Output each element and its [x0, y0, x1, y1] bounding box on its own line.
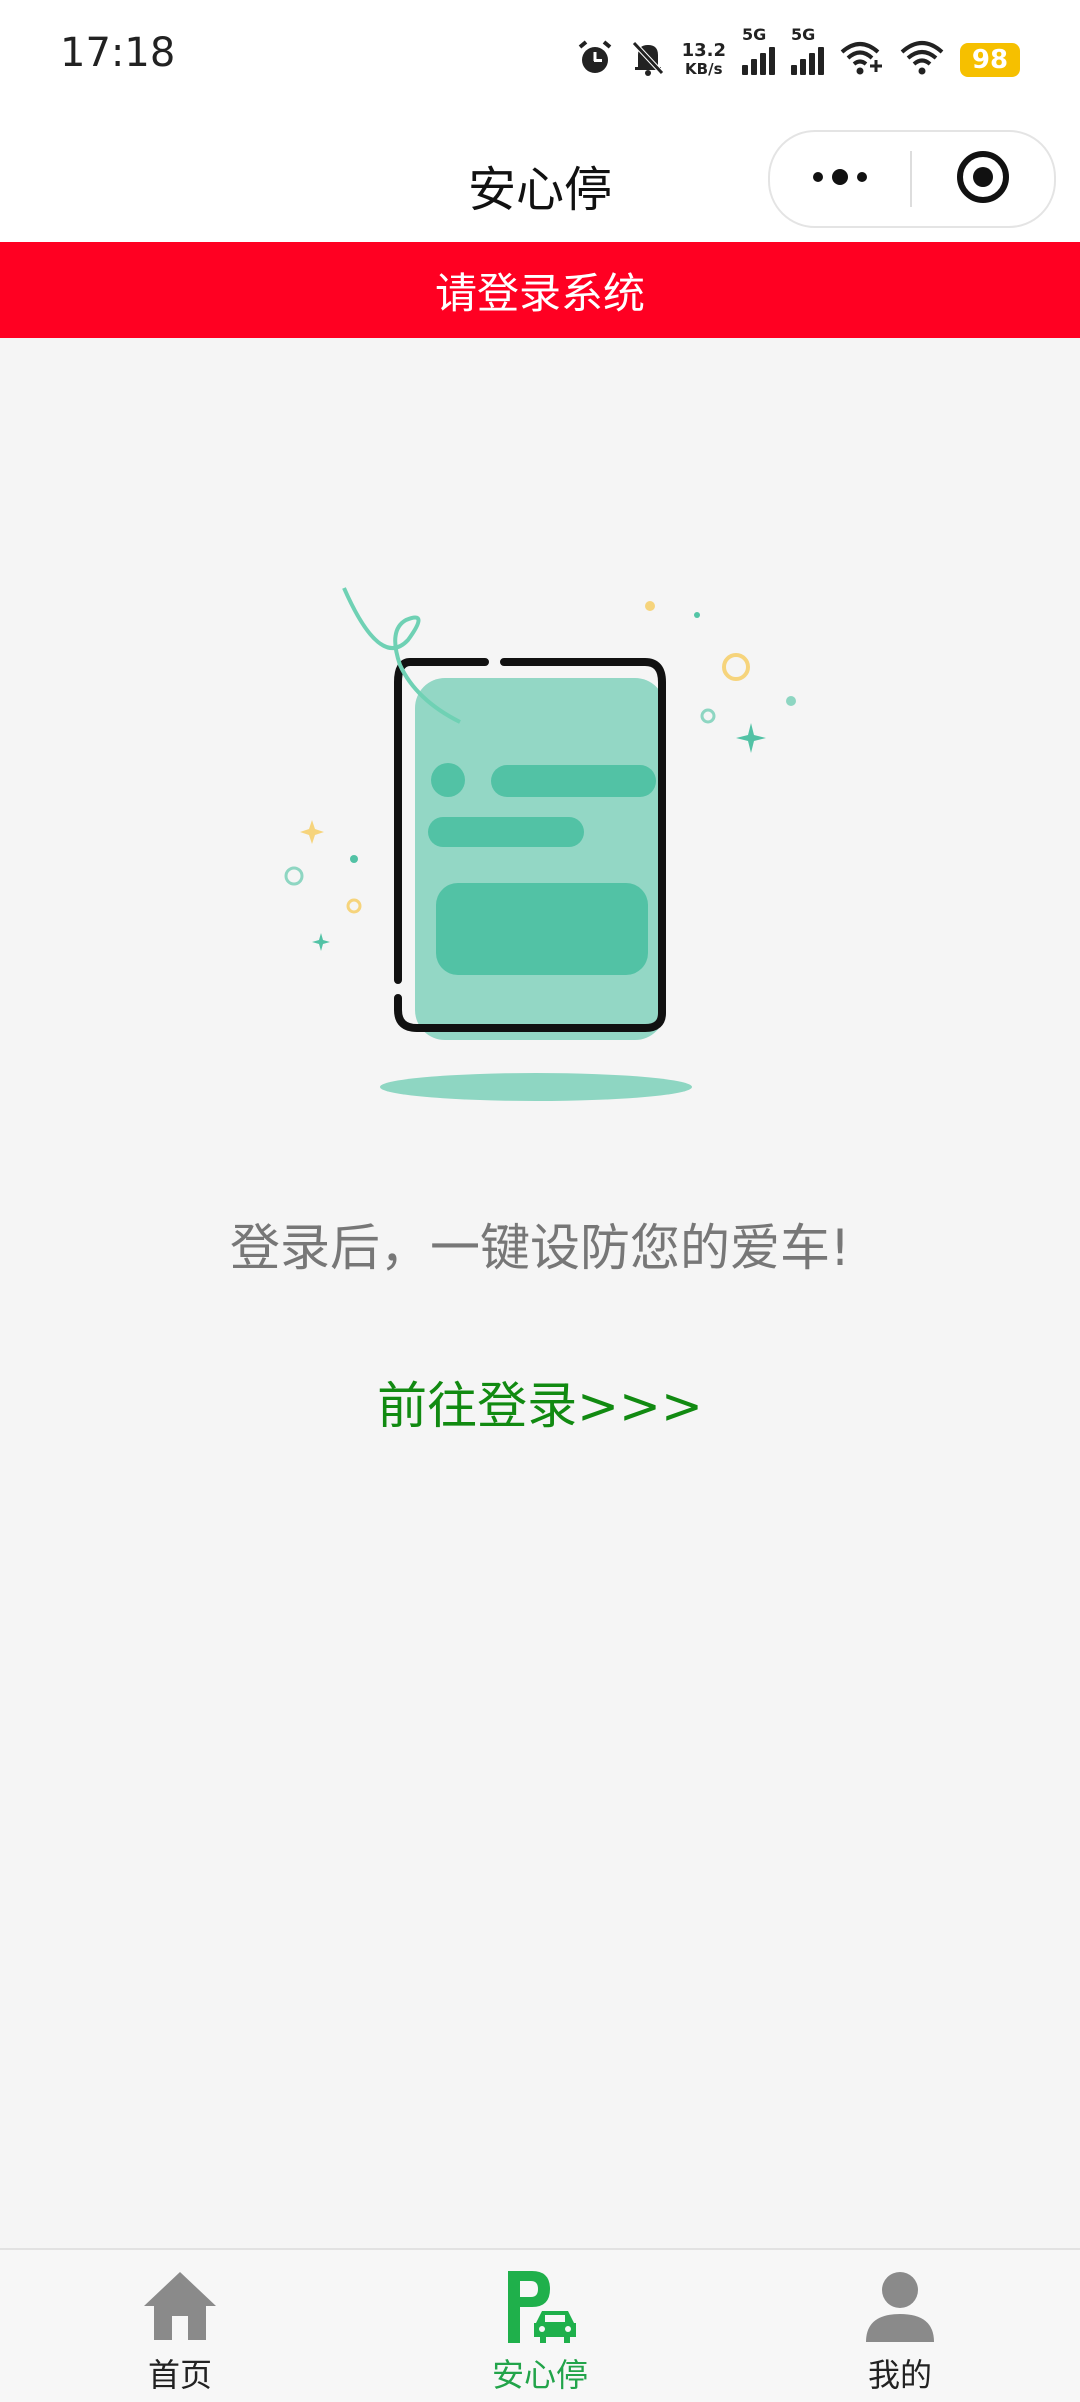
alarm-icon — [576, 39, 614, 81]
tab-mine[interactable]: 我的 — [720, 2250, 1080, 2402]
status-time: 17:18 — [60, 30, 176, 76]
status-bar: 17:18 13.2 KB/s 5G 5G 98 — [0, 0, 1080, 120]
go-login-link[interactable]: 前往登录>>> — [0, 1366, 1080, 1438]
home-icon — [135, 2266, 225, 2346]
network-speed: 13.2 KB/s — [681, 40, 726, 79]
tab-mine-label: 我的 — [867, 2356, 932, 2394]
signal-sim2-icon: 5G — [791, 25, 824, 75]
user-icon — [855, 2266, 945, 2346]
battery-level: 98 — [960, 43, 1020, 77]
parking-car-icon — [495, 2266, 585, 2346]
network-speed-value: 13.2 — [681, 40, 726, 61]
phone-illustration — [270, 570, 810, 1110]
wifi-icon — [900, 40, 944, 80]
login-prompt-message: 登录后，一键设防您的爱车! — [229, 1219, 851, 1277]
sim1-network-type: 5G — [742, 25, 767, 44]
sim2-network-type: 5G — [791, 25, 816, 44]
more-options-button[interactable] — [770, 167, 910, 191]
network-speed-unit: KB/s — [685, 60, 723, 78]
bottom-tab-bar: 首页 安心停 我的 — [0, 2248, 1080, 2402]
more-dots-icon — [808, 167, 872, 191]
mute-bell-icon — [630, 39, 666, 81]
signal-sim1-icon: 5G — [742, 25, 775, 75]
target-icon — [955, 149, 1011, 209]
close-miniprogram-button[interactable] — [912, 149, 1054, 209]
miniprogram-capsule — [768, 130, 1056, 228]
tab-anxinting-label: 安心停 — [491, 2356, 588, 2394]
login-required-banner: 请登录系统 — [0, 242, 1080, 338]
tab-anxinting[interactable]: 安心停 — [360, 2250, 720, 2402]
tab-home-label: 首页 — [147, 2356, 212, 2394]
tab-home[interactable]: 首页 — [0, 2250, 360, 2402]
status-icons: 13.2 KB/s 5G 5G 98 — [576, 25, 1020, 88]
wifi-plus-icon — [840, 40, 884, 80]
title-bar: 安心停 — [0, 120, 1080, 242]
